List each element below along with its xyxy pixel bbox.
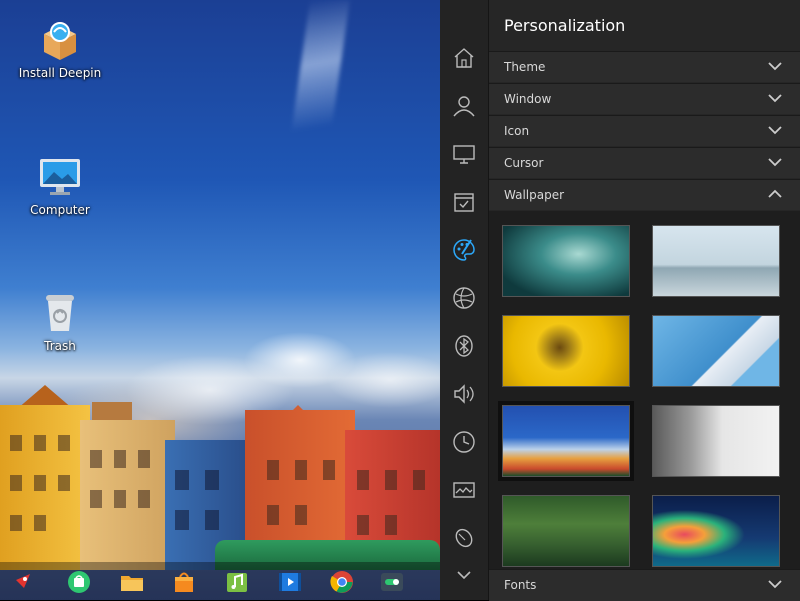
dock-settings-toggle[interactable]: [380, 570, 404, 594]
chevron-down-icon: [768, 94, 782, 103]
section-label: Theme: [504, 60, 546, 74]
desktop-icon-trash[interactable]: Trash: [15, 291, 105, 353]
toggle-settings-icon: [381, 573, 403, 591]
desktop-wallpaper: Install Deepin Computer Trash: [0, 0, 440, 600]
nav-accounts[interactable]: [440, 84, 488, 128]
wallpaper-thumb-city-blue-sky[interactable]: [498, 401, 634, 481]
section-label: Wallpaper: [504, 188, 565, 202]
dock: [0, 562, 440, 600]
mouse-icon: [455, 528, 473, 548]
dock-app-store[interactable]: [67, 570, 91, 594]
nav-display[interactable]: [440, 132, 488, 176]
section-cursor[interactable]: Cursor: [489, 147, 800, 178]
section-icon[interactable]: Icon: [489, 115, 800, 146]
palette-icon: [453, 239, 475, 261]
user-icon: [453, 96, 475, 117]
wallpaper-thumb-misty-cliff[interactable]: [652, 405, 780, 477]
nav-rail: [440, 0, 489, 600]
wallpaper-grid: [489, 211, 800, 569]
section-window[interactable]: Window: [489, 83, 800, 114]
section-label: Icon: [504, 124, 530, 138]
computer-monitor-icon: [38, 155, 82, 199]
wallpaper-thumb-forest-pond[interactable]: [502, 495, 630, 567]
nav-bluetooth[interactable]: [440, 324, 488, 368]
clock-icon: [453, 431, 475, 453]
section-label: Window: [504, 92, 552, 106]
control-center: Personalization Theme Window Icon Cursor…: [440, 0, 800, 601]
chrome-browser-icon: [330, 571, 353, 593]
video-player-icon: [279, 573, 301, 591]
shopping-bag-icon: [175, 572, 193, 592]
dock-video[interactable]: [278, 570, 302, 594]
section-wallpaper[interactable]: Wallpaper: [489, 179, 800, 210]
wallpaper-thumb-bridge-birds[interactable]: [652, 225, 780, 297]
nav-power[interactable]: [440, 468, 488, 512]
section-theme[interactable]: Theme: [489, 51, 800, 82]
dock-shop[interactable]: [172, 570, 196, 594]
globe-icon: [453, 287, 475, 309]
section-label: Fonts: [504, 578, 537, 592]
section-label: Cursor: [504, 156, 544, 170]
desktop-icon-label: Trash: [44, 339, 76, 353]
chevron-down-icon: [768, 158, 782, 167]
wallpaper-thumb-building-sky[interactable]: [652, 315, 780, 387]
nav-home[interactable]: [440, 36, 488, 80]
home-icon: [454, 48, 474, 68]
nav-personalization[interactable]: [440, 228, 488, 272]
desktop-icon-label: Computer: [30, 203, 90, 217]
speaker-icon: [454, 384, 474, 404]
desktop-icon-computer[interactable]: Computer: [15, 155, 105, 217]
nav-datetime[interactable]: [440, 420, 488, 464]
nav-network[interactable]: [440, 276, 488, 320]
install-box-icon: [38, 18, 82, 62]
nav-more[interactable]: [440, 552, 488, 596]
bluetooth-icon: [455, 335, 473, 357]
calendar-check-icon: [454, 193, 474, 212]
wallpaper-thumb-colorful-trees-night[interactable]: [652, 495, 780, 567]
sky-streak: [290, 0, 350, 140]
chevron-down-icon: [768, 580, 782, 589]
dock-file-manager[interactable]: [120, 570, 144, 594]
building-yellow: [0, 405, 90, 570]
chevron-down-icon: [457, 571, 471, 580]
desktop-icon-label: Install Deepin: [18, 66, 102, 80]
image-broken-icon: [453, 482, 475, 498]
nav-sound[interactable]: [440, 372, 488, 416]
launcher-rocket-icon: [14, 574, 30, 590]
page-title: Personalization: [504, 16, 626, 35]
dock-music[interactable]: [225, 570, 249, 594]
desktop-icon-install-deepin[interactable]: Install Deepin: [15, 18, 105, 80]
trash-bin-icon: [38, 291, 82, 335]
dock-chrome[interactable]: [330, 570, 354, 594]
nav-default-apps[interactable]: [440, 180, 488, 224]
display-icon: [453, 145, 475, 164]
file-manager-icon: [121, 576, 143, 591]
personalization-panel: Personalization Theme Window Icon Cursor…: [489, 0, 800, 601]
dock-launcher[interactable]: [10, 570, 34, 594]
chevron-down-icon: [768, 126, 782, 135]
wallpaper-thumb-teal-cave[interactable]: [502, 225, 630, 297]
music-icon: [227, 573, 247, 592]
section-fonts[interactable]: Fonts: [489, 569, 800, 601]
wallpaper-thumb-sunflower[interactable]: [502, 315, 630, 387]
building-beige: [80, 420, 175, 570]
store-bag-icon: [68, 571, 90, 593]
chevron-up-icon: [768, 189, 782, 198]
chevron-down-icon: [768, 62, 782, 71]
